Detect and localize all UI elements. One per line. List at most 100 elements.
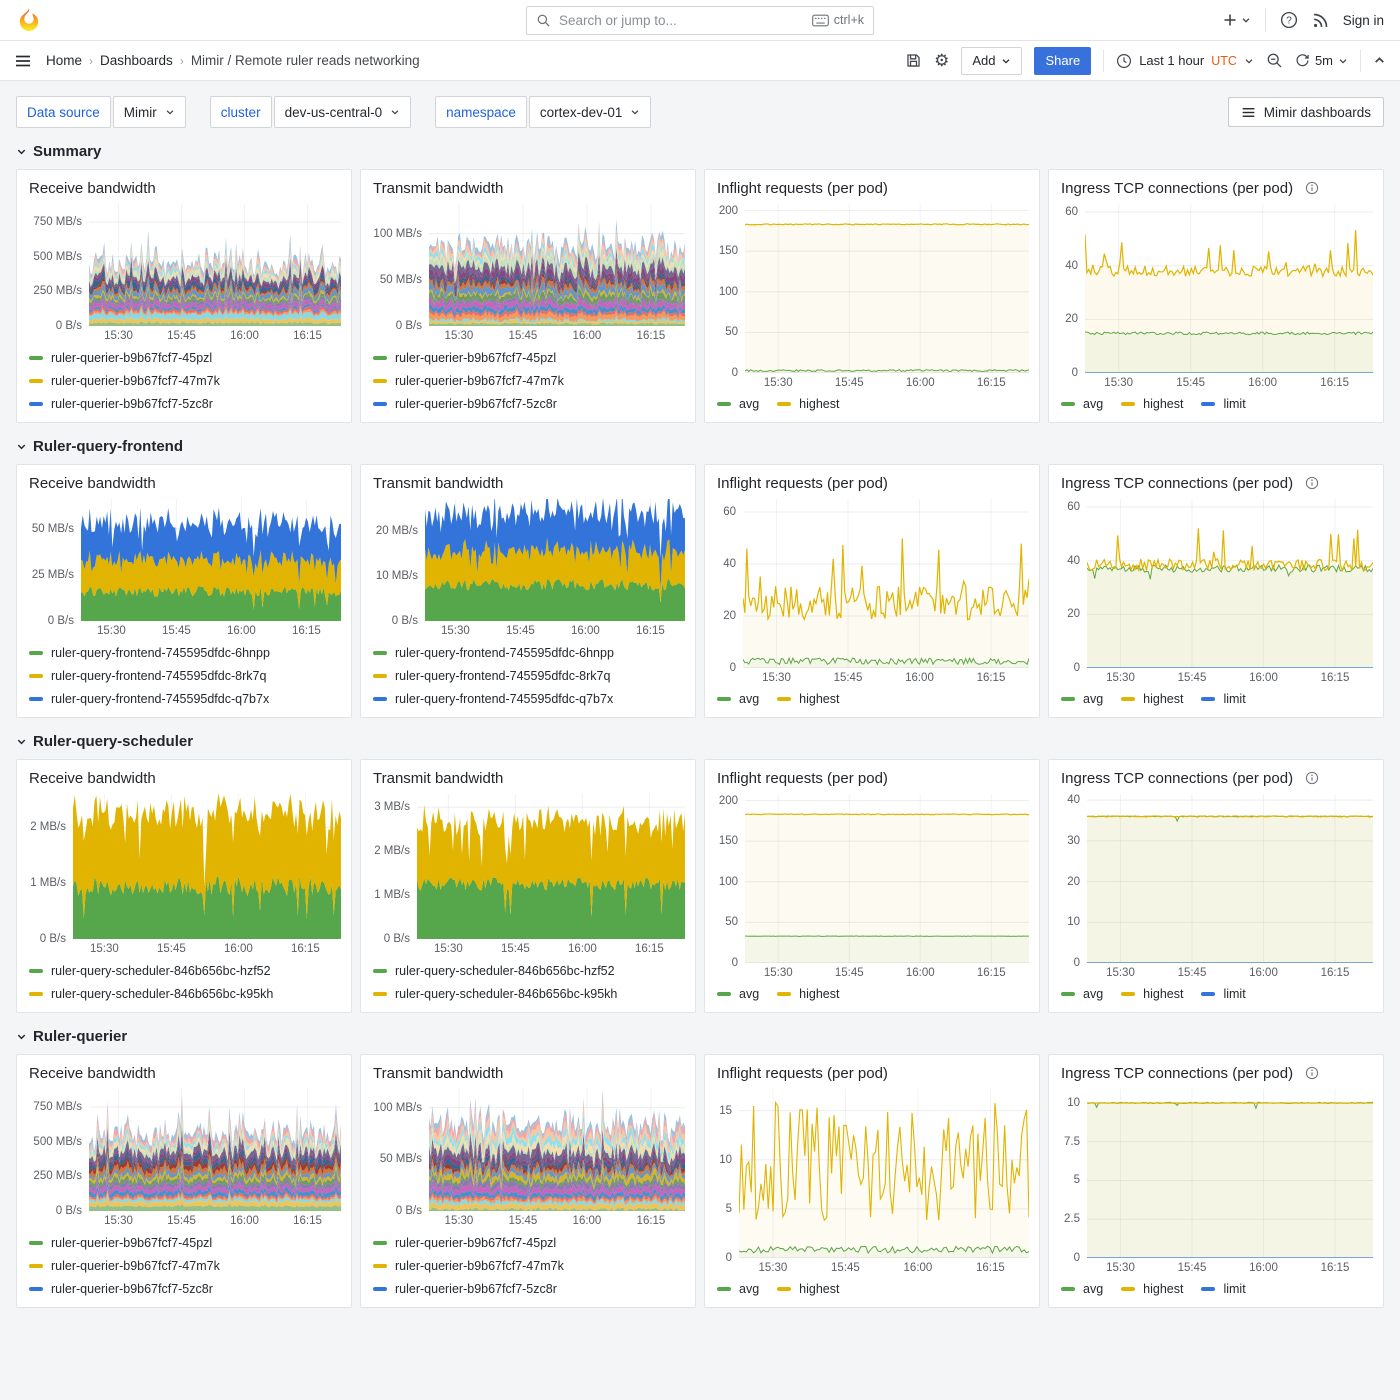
chart-canvas[interactable] [73,794,341,939]
panel-title[interactable]: Transmit bandwidth [373,770,503,787]
legend-item[interactable]: ruler-querier-b9b67fcf7-5zc8r [373,1277,683,1300]
legend-item[interactable]: ruler-query-scheduler-846b656bc-hzf52 [29,959,339,982]
breadcrumb-item[interactable]: Dashboards [100,53,173,68]
legend-item[interactable]: highest [777,397,839,411]
variable-value-dropdown[interactable]: cortex-dev-01 [529,96,652,128]
panel-title[interactable]: Receive bandwidth [29,1065,156,1082]
legend-item[interactable]: avg [717,397,759,411]
panel-title[interactable]: Inflight requests (per pod) [717,770,888,787]
help-icon[interactable]: ? [1280,11,1298,29]
sign-in-link[interactable]: Sign in [1343,13,1384,28]
chart-canvas[interactable] [425,499,685,621]
add-button[interactable]: Add [961,47,1022,75]
legend-item[interactable]: avg [1061,987,1103,1001]
legend-item[interactable]: limit [1201,987,1245,1001]
search-input[interactable]: Search or jump to... ctrl+k [526,6,874,35]
legend-item[interactable]: ruler-querier-b9b67fcf7-5zc8r [373,392,683,415]
section-header-summary[interactable]: Summary [16,143,1384,160]
legend-item[interactable]: ruler-query-scheduler-846b656bc-hzf52 [373,959,683,982]
legend-item[interactable]: highest [777,692,839,706]
chart-canvas[interactable] [743,499,1029,668]
variable-value-dropdown[interactable]: Mimir [113,96,186,128]
legend-item[interactable]: ruler-querier-b9b67fcf7-45pzl [29,346,339,369]
panel-info-icon[interactable] [1305,771,1319,785]
panel-title[interactable]: Ingress TCP connections (per pod) [1061,1065,1293,1082]
chart-canvas[interactable] [417,794,685,939]
legend-item[interactable]: limit [1201,1282,1245,1296]
chart-canvas[interactable] [429,1089,685,1211]
zoom-out-icon[interactable] [1266,52,1283,69]
panel-title[interactable]: Inflight requests (per pod) [717,180,888,197]
collapse-chevron-up-icon[interactable] [1373,54,1386,67]
panel-title[interactable]: Transmit bandwidth [373,180,503,197]
legend-item[interactable]: ruler-querier-b9b67fcf7-47m7k [29,1254,339,1277]
legend-item[interactable]: ruler-query-frontend-745595dfdc-q7b7x [373,687,683,710]
legend-item[interactable]: avg [1061,692,1103,706]
panel-title[interactable]: Ingress TCP connections (per pod) [1061,180,1293,197]
legend-item[interactable]: highest [1121,397,1183,411]
chart-canvas[interactable] [429,204,685,326]
panel-title[interactable]: Transmit bandwidth [373,1065,503,1082]
legend-item[interactable]: highest [1121,1282,1183,1296]
add-menu-button[interactable] [1222,12,1251,28]
chart-canvas[interactable] [89,1089,341,1211]
legend-item[interactable]: ruler-querier-b9b67fcf7-45pzl [29,1231,339,1254]
breadcrumb-item[interactable]: Home [46,53,82,68]
chart-canvas[interactable] [1087,1089,1373,1258]
panel-title[interactable]: Inflight requests (per pod) [717,475,888,492]
legend-item[interactable]: avg [1061,1282,1103,1296]
legend-item[interactable]: avg [717,692,759,706]
legend-item[interactable]: ruler-query-frontend-745595dfdc-6hnpp [29,641,339,664]
panel-title[interactable]: Receive bandwidth [29,770,156,787]
section-header-ruler-query-frontend[interactable]: Ruler-query-frontend [16,438,1384,455]
legend-item[interactable]: ruler-querier-b9b67fcf7-47m7k [373,1254,683,1277]
menu-hamburger-icon[interactable] [14,52,32,70]
panel-info-icon[interactable] [1305,181,1319,195]
legend-item[interactable]: avg [717,1282,759,1296]
legend-item[interactable]: ruler-querier-b9b67fcf7-5zc8r [29,392,339,415]
share-button[interactable]: Share [1034,47,1091,75]
panel-title[interactable]: Receive bandwidth [29,180,156,197]
legend-item[interactable]: limit [1201,397,1245,411]
chart-canvas[interactable] [739,1089,1029,1258]
variable-label[interactable]: namespace [435,96,527,128]
legend-item[interactable]: ruler-querier-b9b67fcf7-5zc8r [29,1277,339,1300]
section-header-ruler-querier[interactable]: Ruler-querier [16,1028,1384,1045]
legend-item[interactable]: ruler-query-frontend-745595dfdc-8rk7q [373,664,683,687]
variable-value-dropdown[interactable]: dev-us-central-0 [274,96,412,128]
legend-item[interactable]: ruler-querier-b9b67fcf7-45pzl [373,346,683,369]
save-dashboard-icon[interactable] [905,52,922,69]
legend-item[interactable]: highest [777,1282,839,1296]
grafana-logo[interactable] [16,7,42,33]
legend-item[interactable]: ruler-query-frontend-745595dfdc-6hnpp [373,641,683,664]
chart-canvas[interactable] [745,204,1029,373]
chart-canvas[interactable] [1087,794,1373,963]
mimir-dashboards-button[interactable]: Mimir dashboards [1228,97,1384,127]
legend-item[interactable]: ruler-query-scheduler-846b656bc-k95kh [29,982,339,1005]
panel-title[interactable]: Ingress TCP connections (per pod) [1061,475,1293,492]
panel-info-icon[interactable] [1305,1066,1319,1080]
legend-item[interactable]: highest [1121,692,1183,706]
legend-item[interactable]: ruler-query-scheduler-846b656bc-k95kh [373,982,683,1005]
legend-item[interactable]: limit [1201,692,1245,706]
legend-item[interactable]: ruler-query-frontend-745595dfdc-q7b7x [29,687,339,710]
chart-canvas[interactable] [89,204,341,326]
legend-item[interactable]: avg [717,987,759,1001]
chart-canvas[interactable] [1087,499,1373,668]
chart-canvas[interactable] [1085,204,1373,373]
chart-canvas[interactable] [81,499,341,621]
chart-canvas[interactable] [745,794,1029,963]
legend-item[interactable]: avg [1061,397,1103,411]
panel-title[interactable]: Inflight requests (per pod) [717,1065,888,1082]
section-header-ruler-query-scheduler[interactable]: Ruler-query-scheduler [16,733,1384,750]
news-rss-icon[interactable] [1312,12,1329,29]
panel-title[interactable]: Receive bandwidth [29,475,156,492]
legend-item[interactable]: ruler-querier-b9b67fcf7-45pzl [373,1231,683,1254]
legend-item[interactable]: ruler-querier-b9b67fcf7-47m7k [29,369,339,392]
legend-item[interactable]: highest [1121,987,1183,1001]
legend-item[interactable]: ruler-querier-b9b67fcf7-47m7k [373,369,683,392]
variable-label[interactable]: Data source [16,96,111,128]
panel-info-icon[interactable] [1305,476,1319,490]
legend-item[interactable]: ruler-query-frontend-745595dfdc-8rk7q [29,664,339,687]
panel-title[interactable]: Ingress TCP connections (per pod) [1061,770,1293,787]
